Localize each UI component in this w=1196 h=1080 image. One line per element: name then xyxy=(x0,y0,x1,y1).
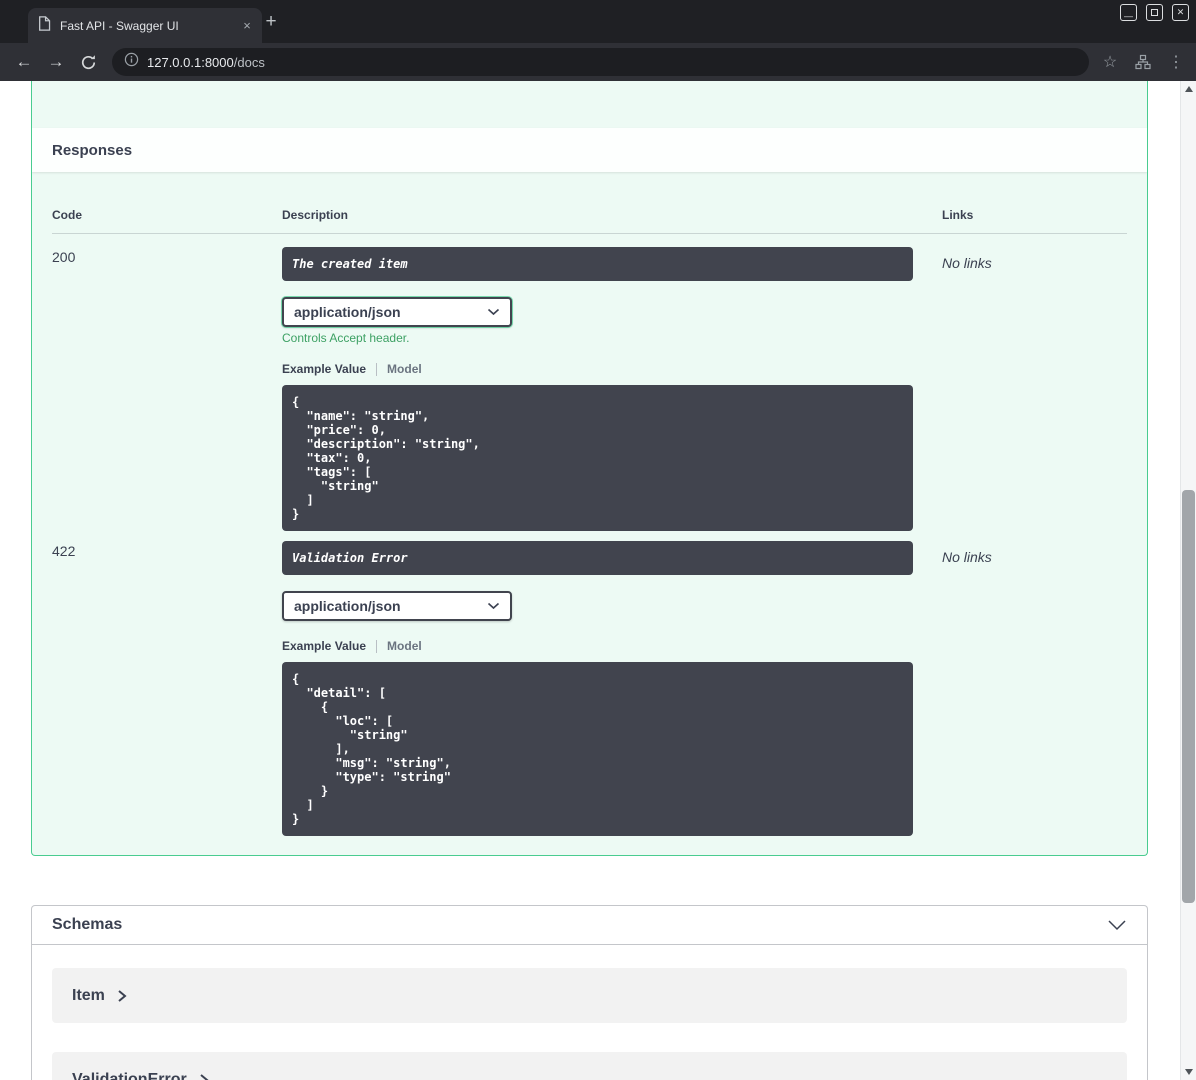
minimize-button[interactable]: — xyxy=(1120,4,1137,21)
response-description: The created item xyxy=(282,247,913,281)
chevron-down-icon[interactable] xyxy=(1107,919,1127,931)
chevron-down-icon xyxy=(487,308,500,316)
forward-icon[interactable]: → xyxy=(44,50,68,74)
media-type-select[interactable]: application/json xyxy=(282,297,512,327)
opblock-body-spacer xyxy=(32,81,1147,128)
response-description: Validation Error xyxy=(282,541,913,575)
response-row-200: 200 The created item application/json Co… xyxy=(52,234,1127,531)
example-model-tabs: Example Value Model xyxy=(282,638,942,654)
vertical-scrollbar[interactable] xyxy=(1180,81,1196,1080)
responses-section-header: Responses xyxy=(32,128,1147,172)
site-info-icon[interactable] xyxy=(124,52,139,72)
col-header-links: Links xyxy=(942,208,974,222)
model-validationerror[interactable]: ValidationError xyxy=(52,1052,1127,1080)
browser-menu-icon[interactable]: ⋮ xyxy=(1165,52,1187,72)
chevron-right-icon xyxy=(118,989,127,1002)
page-favicon-icon xyxy=(38,15,51,36)
tab-organizer-icon[interactable] xyxy=(1132,54,1154,70)
maximize-button[interactable] xyxy=(1146,4,1163,21)
url-text: 127.0.0.1:8000/docs xyxy=(147,55,265,70)
tab-example-value[interactable]: Example Value xyxy=(282,362,366,376)
responses-table-head: Code Description Links xyxy=(52,172,1127,234)
minimize-icon: — xyxy=(1124,11,1133,21)
col-header-description: Description xyxy=(282,208,349,222)
example-json-200: { "name": "string", "price": 0, "descrip… xyxy=(282,385,913,531)
tab-model[interactable]: Model xyxy=(387,362,422,376)
model-item[interactable]: Item xyxy=(52,968,1127,1023)
example-model-tabs: Example Value Model xyxy=(282,361,942,377)
maximize-icon xyxy=(1151,9,1158,16)
address-bar[interactable]: 127.0.0.1:8000/docs xyxy=(112,48,1089,76)
model-name: Item xyxy=(72,986,105,1004)
media-type-select[interactable]: application/json xyxy=(282,591,512,621)
schemas-title: Schemas xyxy=(52,916,123,933)
response-description-cell: Validation Error application/json Exampl… xyxy=(282,541,942,836)
response-code: 422 xyxy=(52,543,76,559)
reload-icon[interactable] xyxy=(76,54,100,71)
schemas-header[interactable]: Schemas xyxy=(32,906,1147,945)
chevron-down-icon xyxy=(487,602,500,610)
model-name: ValidationError xyxy=(72,1070,187,1080)
back-icon[interactable]: ← xyxy=(12,50,36,74)
schemas-section: Schemas Item ValidationError xyxy=(31,905,1148,1080)
scroll-up-arrow-icon[interactable] xyxy=(1181,81,1196,97)
tab-divider xyxy=(376,362,378,376)
response-code: 200 xyxy=(52,249,76,265)
scroll-down-arrow-icon[interactable] xyxy=(1181,1064,1196,1080)
responses-table: Code Description Links 200 The created i… xyxy=(32,172,1147,836)
close-icon: ✕ xyxy=(1176,7,1185,17)
url-path: /docs xyxy=(233,54,265,70)
browser-toolbar: ← → 127.0.0.1:8000/docs ☆ ⋮ xyxy=(0,43,1196,81)
window-controls: — ✕ xyxy=(1120,4,1189,21)
col-header-code: Code xyxy=(52,208,82,222)
close-button[interactable]: ✕ xyxy=(1172,4,1189,21)
url-host: 127.0.0.1:8000 xyxy=(147,54,234,70)
tab-title: Fast API - Swagger UI xyxy=(60,18,179,33)
controls-accept-note: Controls Accept header. xyxy=(282,331,410,345)
response-row-422: 422 Validation Error application/json Ex… xyxy=(52,531,1127,836)
scrollbar-thumb[interactable] xyxy=(1182,490,1195,903)
tab-close-icon[interactable]: × xyxy=(238,17,256,35)
media-type-value: application/json xyxy=(294,598,401,614)
chevron-right-icon xyxy=(200,1073,209,1080)
response-links: No links xyxy=(942,549,992,565)
tab-example-value[interactable]: Example Value xyxy=(282,639,366,653)
schemas-body: Item ValidationError xyxy=(32,945,1147,1080)
response-links: No links xyxy=(942,255,992,271)
post-opblock: Responses Code Description Links 200 The… xyxy=(31,81,1148,856)
response-description-cell: The created item application/json Contro… xyxy=(282,247,942,531)
bookmark-star-icon[interactable]: ☆ xyxy=(1099,52,1121,72)
browser-tab[interactable]: Fast API - Swagger UI × xyxy=(28,8,262,43)
media-type-value: application/json xyxy=(294,304,401,320)
new-tab-button[interactable]: + xyxy=(261,12,281,32)
browser-titlebar: Fast API - Swagger UI × + — ✕ xyxy=(0,0,1196,43)
tab-model[interactable]: Model xyxy=(387,639,422,653)
responses-title: Responses xyxy=(52,141,133,159)
swagger-page: Responses Code Description Links 200 The… xyxy=(0,81,1180,1080)
tab-divider xyxy=(376,639,378,653)
example-json-422: { "detail": [ { "loc": [ "string" ], "ms… xyxy=(282,662,913,836)
